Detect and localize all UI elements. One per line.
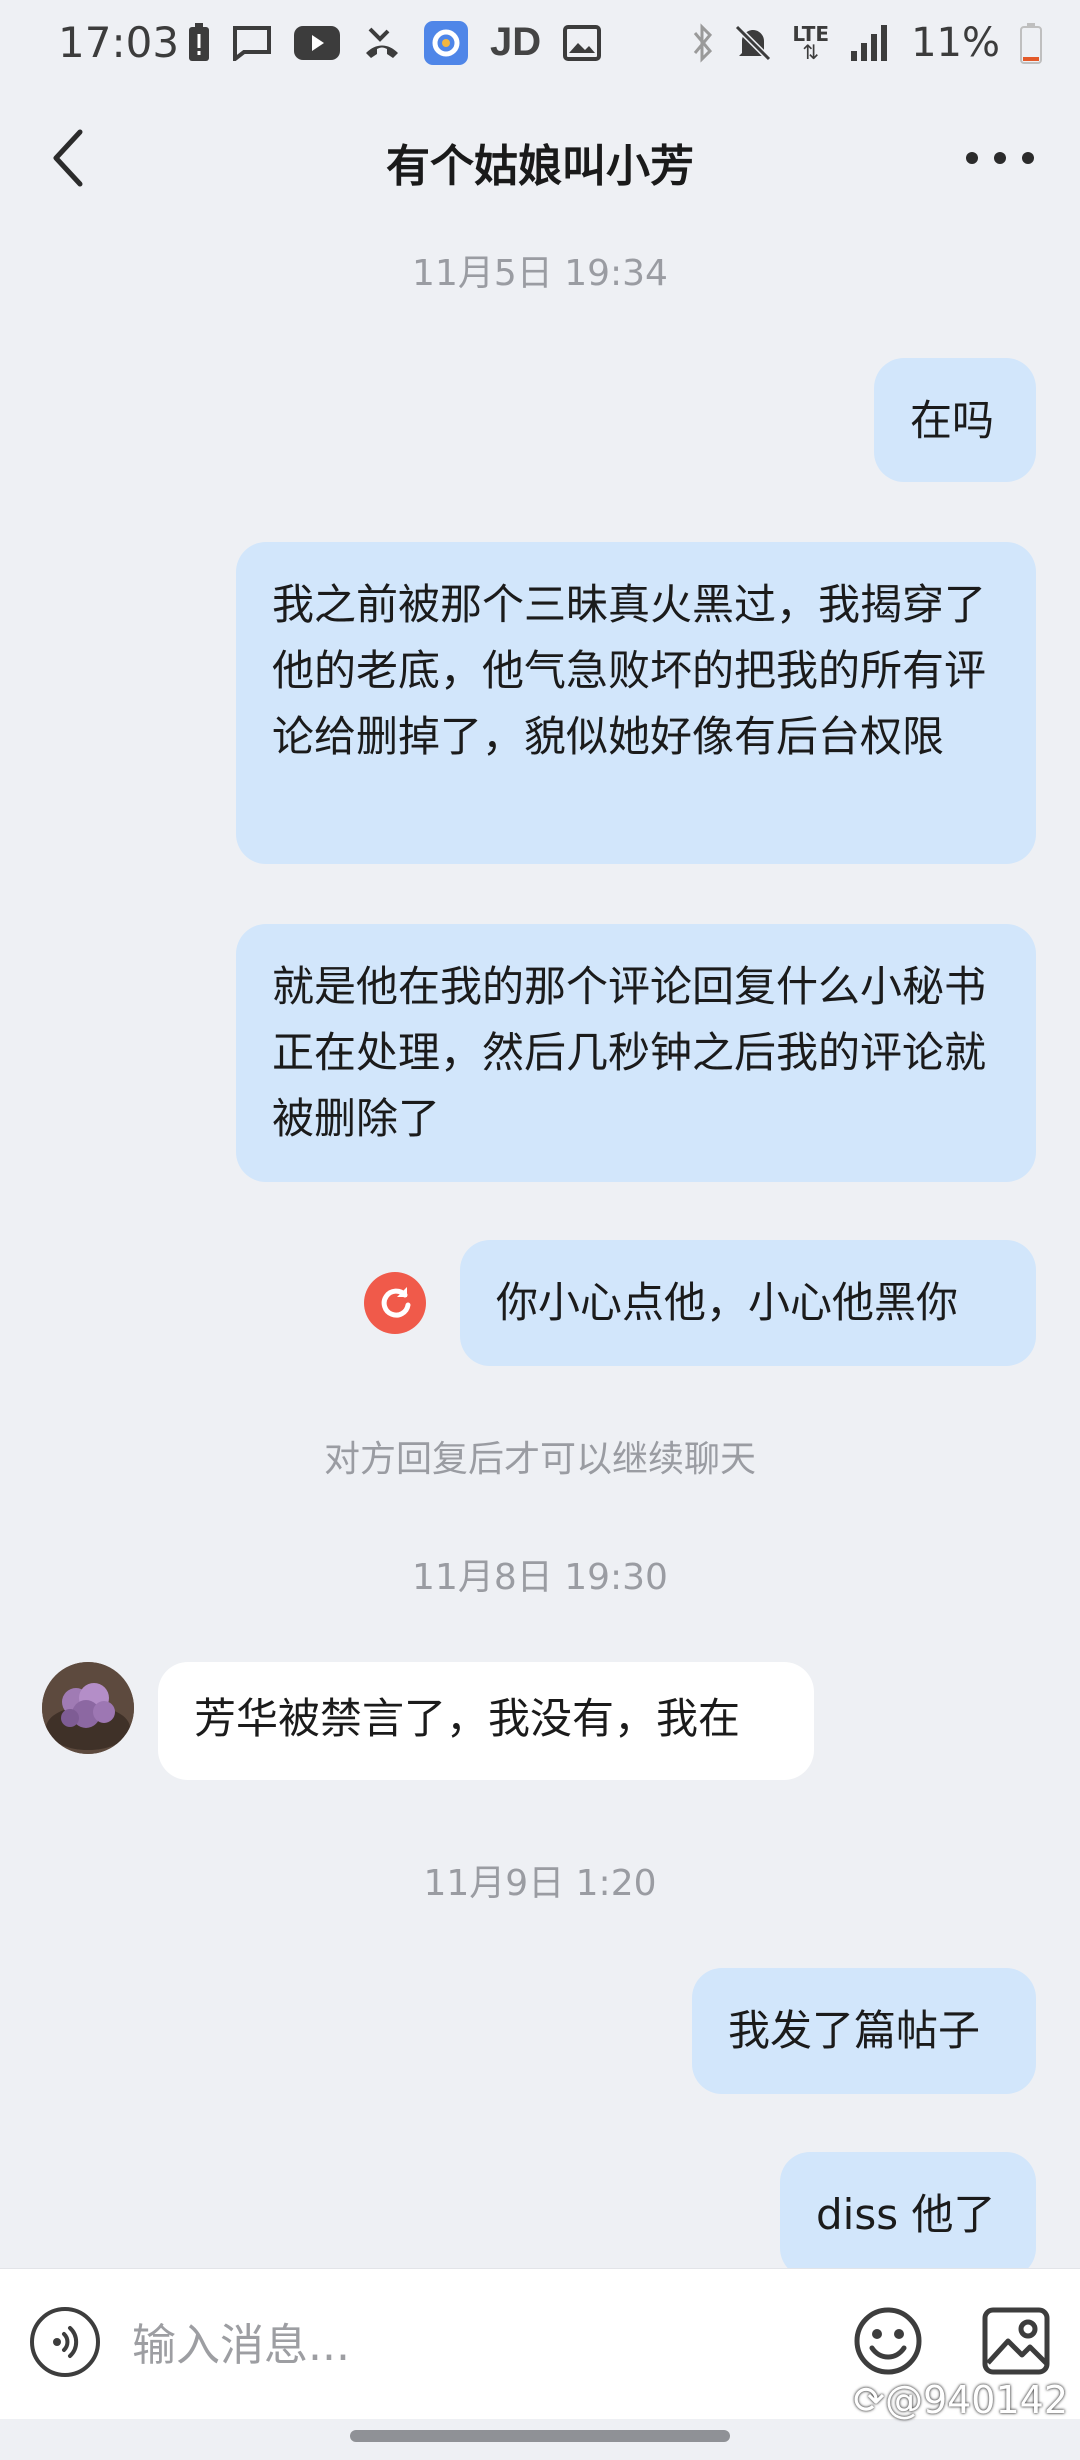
message-bubble-received[interactable]: 芳华被禁言了，我没有，我在 (158, 1662, 814, 1780)
message-bubble-sent[interactable]: diss 他了 (780, 2152, 1036, 2278)
status-time: 17:03 (58, 18, 180, 67)
timestamp: 11月8日 19:30 (412, 1557, 668, 1598)
more-options-button[interactable] (960, 128, 1040, 188)
image-icon (563, 24, 602, 61)
system-status: LTE ⇅ 11% (692, 20, 1042, 66)
home-indicator[interactable] (350, 2430, 730, 2442)
message-bubble-sent[interactable]: 在吗 (874, 358, 1036, 482)
emoji-button[interactable] (852, 2305, 924, 2377)
status-bar: 17:03 JD LTE ⇅ 11% (0, 0, 1080, 86)
missed-call-icon (366, 27, 398, 58)
avatar[interactable] (42, 1662, 134, 1754)
lte-arrows-icon: ⇅ (802, 40, 820, 64)
watermark: ⟳@940142 (853, 2378, 1068, 2422)
jd-icon: JD (490, 20, 542, 64)
chat-title: 有个姑娘叫小芳 (386, 141, 694, 192)
chat-header: 有个姑娘叫小芳 (0, 100, 1080, 220)
resend-icon[interactable] (364, 1272, 426, 1334)
battery-percent: 11% (911, 20, 1000, 66)
message-bubble-sent[interactable]: 我发了篇帖子 (692, 1968, 1036, 2094)
youtube-icon (294, 25, 340, 60)
battery-alert-icon (189, 22, 209, 61)
app-icon (424, 20, 468, 65)
lte-icon: LTE ⇅ (792, 24, 829, 64)
notification-icons: JD (188, 20, 602, 65)
voice-button[interactable] (30, 2307, 100, 2377)
message-bubble-sent[interactable]: 我之前被那个三昧真火黑过，我揭穿了他的老底，他气急败坏的把我的所有评论给删掉了，… (236, 542, 1036, 864)
watermark-logo-icon: ⟳ (853, 2378, 885, 2422)
watermark-text: @940142 (884, 2378, 1068, 2422)
bluetooth-icon (694, 23, 713, 63)
mute-icon (735, 24, 772, 62)
signal-icon (851, 25, 888, 61)
message-bubble-sent[interactable]: 你小心点他，小心他黑你 (460, 1240, 1036, 1366)
image-button[interactable] (980, 2305, 1052, 2377)
voice-icon (53, 2326, 79, 2358)
message-input[interactable] (130, 2309, 814, 2381)
message-bubble-sent[interactable]: 就是他在我的那个评论回复什么小秘书正在处理，然后几秒钟之后我的评论就被删除了 (236, 924, 1036, 1182)
timestamp: 11月9日 1:20 (423, 1863, 657, 1904)
timestamp: 11月5日 19:34 (412, 253, 668, 294)
more-icon (966, 152, 1034, 164)
system-notice: 对方回复后才可以继续聊天 (323, 1439, 756, 1480)
message-icon (233, 25, 271, 61)
battery-icon (1020, 23, 1042, 64)
